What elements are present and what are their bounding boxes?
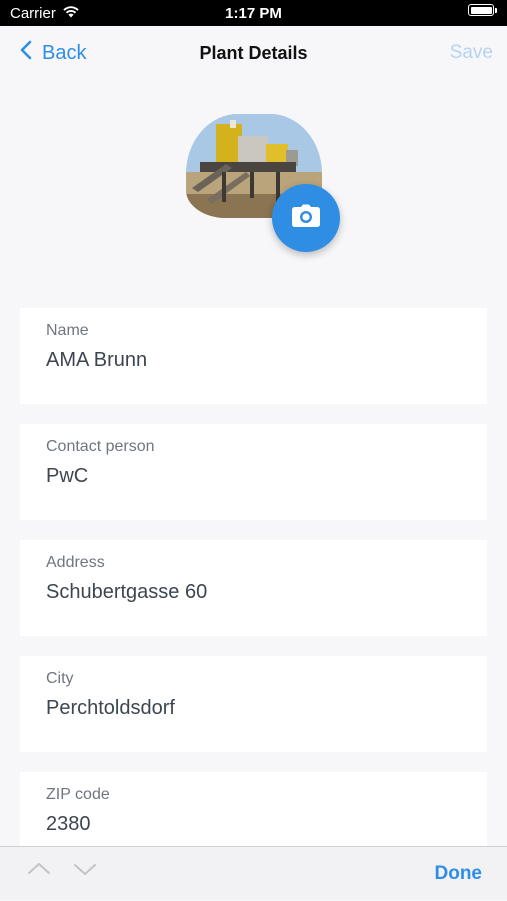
status-time: 1:17 PM: [225, 5, 282, 22]
save-button[interactable]: Save: [450, 26, 493, 80]
battery-body: [468, 4, 494, 16]
battery-fill: [470, 6, 492, 14]
zip-code-input[interactable]: 2380: [46, 813, 461, 835]
chevron-up-icon[interactable]: [27, 861, 51, 882]
zip-code-label: ZIP code: [46, 786, 110, 803]
zip-code-field[interactable]: ZIP code 2380: [20, 772, 487, 846]
contact-person-field[interactable]: Contact person PwC: [20, 424, 487, 520]
address-field[interactable]: Address Schubertgasse 60: [20, 540, 487, 636]
camera-icon: [291, 204, 321, 233]
name-field[interactable]: Name AMA Brunn: [20, 308, 487, 404]
address-label: Address: [46, 554, 105, 571]
change-photo-button[interactable]: [272, 184, 340, 252]
keyboard-accessory-bar: Done: [0, 846, 507, 900]
contact-person-input[interactable]: PwC: [46, 465, 461, 487]
city-label: City: [46, 670, 74, 687]
chevron-down-icon[interactable]: [73, 861, 97, 882]
city-field[interactable]: City Perchtoldsdorf: [20, 656, 487, 752]
status-bar: Carrier 1:17 PM: [0, 0, 507, 26]
done-button[interactable]: Done: [435, 847, 483, 901]
name-input[interactable]: AMA Brunn: [46, 349, 461, 371]
navigation-bar: Back Plant Details Save: [0, 26, 507, 80]
contact-person-label: Contact person: [46, 438, 155, 455]
page-title: Plant Details: [199, 43, 308, 63]
address-input[interactable]: Schubertgasse 60: [46, 581, 461, 603]
battery-icon: [468, 4, 497, 16]
battery-cap: [495, 7, 497, 13]
name-label: Name: [46, 322, 89, 339]
city-input[interactable]: Perchtoldsdorf: [46, 697, 461, 719]
